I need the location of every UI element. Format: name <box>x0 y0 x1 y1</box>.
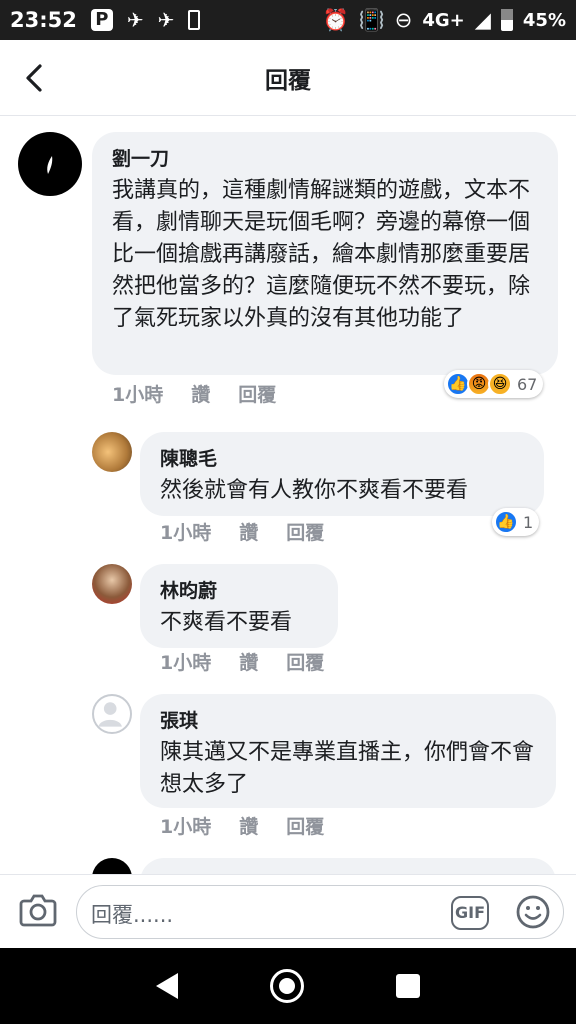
battery-percent: 45% <box>522 9 566 31</box>
reply-button[interactable]: 回覆 <box>286 812 324 839</box>
status-system-icons: ⏰ 📳 ⊖ 4G+ ◢ 45% <box>322 8 566 33</box>
app-header: 回覆 <box>0 40 576 116</box>
nav-back-icon[interactable] <box>156 973 178 999</box>
like-button[interactable]: 讚 <box>239 812 258 839</box>
reaction-summary[interactable]: 👍 1 <box>492 508 540 536</box>
comment-text: 我講真的，這種劇情解謎類的遊戲，文本不看，劇情聊天是玩個毛啊？旁邊的幕僚一個比一… <box>112 178 531 331</box>
battery-icon <box>500 9 513 31</box>
system-nav-bar <box>0 948 576 1024</box>
default-user-icon <box>98 702 122 727</box>
vibrate-icon: 📳 <box>358 7 385 32</box>
camera-icon <box>19 894 57 927</box>
reply-input[interactable]: 回覆...... GIF <box>76 885 564 939</box>
reply-button[interactable]: 回覆 <box>286 518 324 545</box>
camera-button[interactable] <box>18 891 58 929</box>
comment-text: 陳其邁又不是專業直播主，你們會不會想太多了 <box>160 740 535 797</box>
avatar[interactable] <box>92 858 132 874</box>
comment-text: 不爽看不要看 <box>160 610 293 635</box>
status-bar: 23:52 P ✈ ✈ ⏰ 📳 ⊖ 4G+ ◢ 45% <box>0 0 576 40</box>
comment-text: 然後就會有人教你不爽看不要看 <box>160 478 469 503</box>
parking-app-icon: P <box>90 9 113 31</box>
comment-time: 1小時 <box>160 652 212 674</box>
back-button[interactable] <box>18 60 54 96</box>
comment-bubble[interactable]: 陳聰毛 然後就會有人教你不爽看不要看 <box>140 432 544 516</box>
like-button[interactable]: 讚 <box>239 648 258 675</box>
battery-saver-icon <box>188 10 201 30</box>
page-title: 回覆 <box>265 67 311 94</box>
signal-icon: ◢ <box>474 8 491 32</box>
gif-button[interactable]: GIF <box>451 896 489 930</box>
haha-reaction-icon: 😆 <box>488 372 512 396</box>
avatar[interactable] <box>92 564 132 604</box>
chevron-left-icon <box>26 64 42 92</box>
nav-recents-icon[interactable] <box>396 974 420 998</box>
reaction-count: 67 <box>517 374 538 394</box>
status-time: 23:52 <box>10 8 77 32</box>
emoji-button[interactable] <box>515 894 551 930</box>
nav-home-icon[interactable] <box>270 969 304 1003</box>
reply-button[interactable]: 回覆 <box>286 648 324 675</box>
comment-time: 1小時 <box>160 816 212 838</box>
comment-actions: 1小時 讚 回覆 <box>160 518 324 545</box>
status-notification-icons: P ✈ ✈ <box>90 8 201 32</box>
network-type: 4G+ <box>422 9 465 31</box>
avatar[interactable] <box>92 432 132 472</box>
comment-bubble[interactable]: 林昀蔚 不爽看不要看 <box>140 564 338 648</box>
smiley-icon <box>516 895 550 929</box>
reply-button[interactable]: 回覆 <box>238 380 276 407</box>
comment-bubble[interactable] <box>140 858 556 874</box>
avatar[interactable] <box>92 694 132 734</box>
alarm-icon: ⏰ <box>322 7 349 32</box>
comment-bubble[interactable]: 劉一刀 我講真的，這種劇情解謎類的遊戲，文本不看，劇情聊天是玩個毛啊？旁邊的幕僚… <box>92 132 558 375</box>
like-button[interactable]: 讚 <box>191 380 210 407</box>
comment-author[interactable]: 張琪 <box>160 706 536 733</box>
comment-author[interactable]: 陳聰毛 <box>160 444 524 471</box>
comment-author[interactable]: 林昀蔚 <box>160 576 318 603</box>
comment-author[interactable]: 劉一刀 <box>112 144 538 171</box>
comment-actions: 1小時 讚 回覆 <box>112 380 276 407</box>
like-reaction-icon: 👍 <box>494 510 518 534</box>
reply-input-placeholder: 回覆...... <box>91 903 174 927</box>
reaction-count: 1 <box>523 512 534 532</box>
avatar[interactable] <box>18 132 82 196</box>
comment-bubble[interactable]: 張琪 陳其邁又不是專業直播主，你們會不會想太多了 <box>140 694 556 808</box>
reaction-summary[interactable]: 👍 😡 😆 67 <box>444 370 544 398</box>
feather-logo-icon <box>47 156 53 174</box>
dnd-icon: ⊖ <box>394 8 413 32</box>
comment-thread[interactable]: 劉一刀 我講真的，這種劇情解謎類的遊戲，文本不看，劇情聊天是玩個毛啊？旁邊的幕僚… <box>0 116 576 874</box>
like-button[interactable]: 讚 <box>239 518 258 545</box>
comment-time: 1小時 <box>112 384 164 406</box>
rocket-icon: ✈ <box>157 8 175 32</box>
comment-time: 1小時 <box>160 522 212 544</box>
rocket-icon: ✈ <box>126 8 144 32</box>
comment-actions: 1小時 讚 回覆 <box>160 648 324 675</box>
comment-actions: 1小時 讚 回覆 <box>160 812 324 839</box>
reply-composer: 回覆...... GIF <box>0 874 576 948</box>
